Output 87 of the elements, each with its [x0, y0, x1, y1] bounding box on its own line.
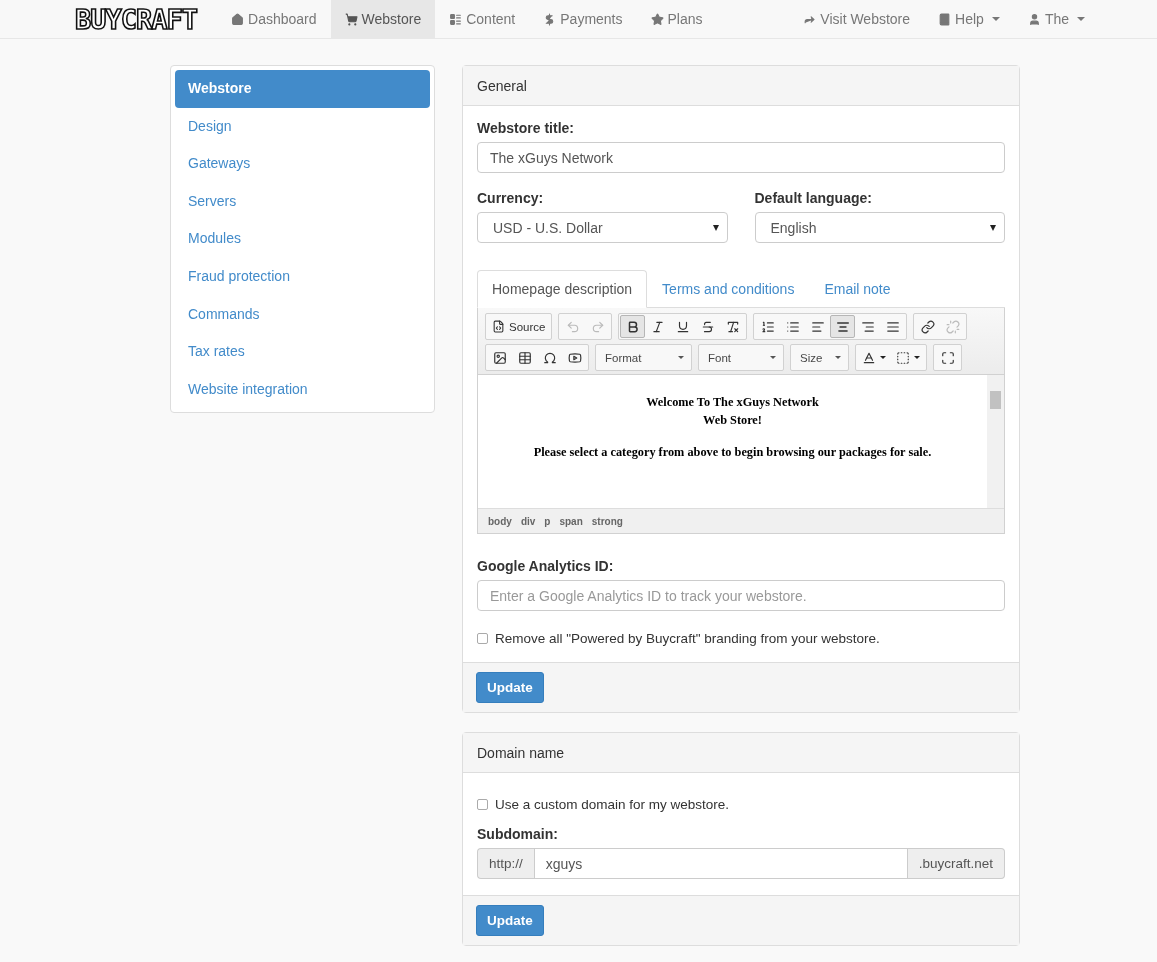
- nav-link[interactable]: Plans: [636, 0, 717, 38]
- underline-icon: [675, 319, 690, 334]
- star-icon: [650, 12, 664, 26]
- editor-dropdown[interactable]: Font: [700, 346, 782, 369]
- table-icon: [517, 350, 532, 365]
- sidebar-item[interactable]: Website integration: [175, 370, 430, 409]
- element-path-link[interactable]: body: [488, 515, 512, 527]
- image-icon: [492, 350, 507, 365]
- cart-icon: [344, 12, 358, 26]
- sidebar-item[interactable]: Modules: [175, 220, 430, 258]
- omega-icon: [542, 350, 557, 365]
- sidebar-item[interactable]: Gateways: [175, 145, 430, 183]
- undo-icon: [565, 319, 580, 334]
- list-icon: [449, 12, 463, 26]
- align-left-icon: [810, 319, 825, 334]
- checkbox-label: Use a custom domain for my webstore.: [495, 797, 730, 812]
- link-icon: [920, 319, 935, 334]
- domain-suffix: .buycraft.net: [907, 848, 1005, 879]
- video-icon: [567, 350, 582, 365]
- nav-link[interactable]: Payments: [529, 0, 637, 38]
- strikethrough-icon: [700, 319, 715, 334]
- sidebar-item[interactable]: Fraud protection: [175, 257, 430, 296]
- bullet-list-icon: [785, 319, 800, 334]
- update-button[interactable]: Update: [476, 672, 544, 703]
- checkbox-label: Remove all "Powered by Buycraft" branding from your webstore.: [495, 631, 880, 646]
- nav-link[interactable]: Visit Webstore: [789, 0, 925, 38]
- justify-icon: [885, 319, 900, 334]
- checkbox[interactable]: [477, 633, 488, 644]
- tab[interactable]: Terms and conditions: [647, 270, 810, 308]
- toolbar-button[interactable]: [620, 315, 646, 338]
- editor-paragraph: Please select a category from above to begin browsing our packages for sale.: [532, 444, 933, 461]
- update-button[interactable]: Update: [476, 905, 544, 936]
- field-label: Google Analytics ID:: [477, 558, 615, 574]
- toolbar-button[interactable]: [830, 315, 856, 338]
- redo-icon: [590, 319, 605, 334]
- editor-paragraph: Welcome To The xGuys Network Web Store!: [645, 394, 820, 429]
- sidebar-item[interactable]: Webstore: [175, 70, 430, 108]
- element-path-link[interactable]: div: [520, 515, 536, 527]
- editor-dropdown[interactable]: Size: [792, 346, 847, 369]
- logo[interactable]: BUYCRAFT: [75, 0, 198, 38]
- sidebar-item[interactable]: Tax rates: [175, 333, 430, 371]
- scrollbar[interactable]: [987, 375, 1004, 508]
- nav-link[interactable]: The: [1013, 0, 1099, 38]
- editor-dropdown[interactable]: Format: [597, 346, 690, 369]
- tab[interactable]: Homepage description: [477, 270, 648, 308]
- numbered-list-icon: [760, 319, 775, 334]
- nav-link[interactable]: Dashboard: [217, 0, 331, 38]
- sidebar-item[interactable]: Design: [175, 107, 430, 146]
- caret-icon: [914, 356, 920, 359]
- element-path-link[interactable]: strong: [591, 515, 623, 527]
- nav-link[interactable]: Content: [435, 0, 530, 38]
- sidebar-item[interactable]: Commands: [175, 295, 430, 334]
- unlink-icon: [945, 319, 960, 334]
- nav-link[interactable]: Help: [924, 0, 1014, 38]
- align-center-icon: [835, 319, 850, 334]
- home-icon: [231, 12, 245, 26]
- caret-icon: [991, 17, 1000, 21]
- element-path-link[interactable]: p: [544, 515, 551, 527]
- source-button[interactable]: Source: [487, 315, 551, 338]
- field-label: Default language:: [754, 190, 873, 206]
- subdomain-field[interactable]: xguys: [533, 848, 908, 879]
- field-label: Currency:: [477, 190, 545, 206]
- language-select[interactable]: English: [754, 212, 1005, 243]
- text-color-icon: [862, 350, 876, 365]
- document-icon: [492, 320, 505, 333]
- url-prefix: http://: [477, 848, 534, 879]
- panel-title: General: [463, 66, 1019, 106]
- clear-format-icon: [725, 319, 740, 334]
- analytics-id-field[interactable]: Enter a Google Analytics ID to track your webstore.: [477, 580, 1005, 611]
- italic-icon: [650, 319, 665, 334]
- webstore-title-field[interactable]: The xGuys Network: [477, 142, 1005, 173]
- user-icon: [1027, 12, 1041, 26]
- element-path-link[interactable]: span: [559, 515, 583, 527]
- nav-link[interactable]: Webstore: [330, 0, 436, 38]
- checkbox[interactable]: [477, 799, 488, 810]
- highlight-icon: [896, 350, 910, 365]
- caret-icon: [880, 356, 886, 359]
- currency-select[interactable]: USD - U.S. Dollar: [477, 212, 728, 243]
- panel-title: Domain name: [463, 733, 1019, 773]
- maximize-icon: [940, 350, 955, 365]
- caret-icon: [1077, 17, 1085, 21]
- field-label: Subdomain:: [477, 826, 559, 842]
- sidebar-item[interactable]: Servers: [175, 182, 430, 221]
- align-right-icon: [860, 319, 875, 334]
- book-icon: [938, 12, 952, 26]
- field-label: Webstore title:: [477, 120, 575, 136]
- tab[interactable]: Email note: [809, 270, 906, 308]
